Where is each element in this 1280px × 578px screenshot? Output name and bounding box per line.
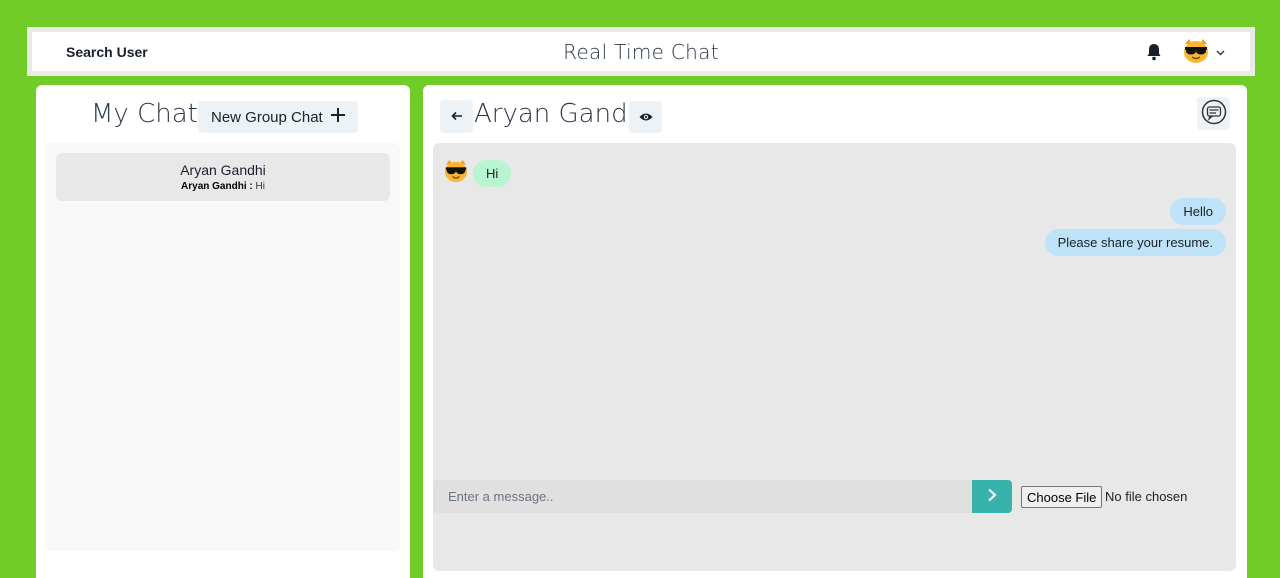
back-button[interactable] [440, 100, 473, 133]
arrow-left-icon [450, 109, 463, 124]
chat-item-preview-text: Hi [255, 181, 265, 192]
user-avatar-menu[interactable] [1182, 38, 1225, 69]
my-chats-title: My Chats [91, 99, 212, 129]
chevron-down-icon [1216, 48, 1225, 59]
sender-avatar [443, 159, 469, 188]
eye-icon [639, 110, 653, 125]
avatar [1182, 38, 1210, 69]
chat-list: Aryan Gandhi Aryan Gandhi : Hi [46, 143, 400, 551]
plus-icon [330, 108, 345, 126]
view-profile-button[interactable] [629, 101, 662, 133]
app-title: Real Time Chat [563, 40, 719, 64]
file-status-text: No file chosen [1105, 489, 1188, 504]
message-bubble-outgoing: Hello [1170, 198, 1226, 225]
message-composer: Choose File No file chosen [423, 480, 1226, 513]
chat-info-button[interactable] [1197, 97, 1230, 130]
chat-list-item[interactable]: Aryan Gandhi Aryan Gandhi : Hi [56, 153, 390, 201]
chat-bubble-icon [1201, 99, 1227, 128]
send-button[interactable] [972, 480, 1012, 513]
chat-item-preview: Aryan Gandhi : Hi [56, 181, 390, 192]
new-group-chat-button[interactable]: New Group Chat [198, 101, 358, 133]
bell-icon[interactable] [1144, 42, 1164, 62]
chat-item-name: Aryan Gandhi [180, 162, 266, 178]
chat-panel: Aryan Gandhi Hi Hello Please share your … [423, 85, 1247, 578]
message-input[interactable] [433, 480, 973, 513]
incoming-message-row: Hi [443, 159, 512, 188]
chat-item-preview-sender: Aryan Gandhi : [181, 181, 253, 192]
new-group-chat-label: New Group Chat [211, 108, 323, 126]
choose-file-button[interactable]: Choose File [1021, 486, 1103, 508]
message-bubble-incoming: Hi [473, 160, 512, 187]
top-navbar: Search User Real Time Chat [27, 27, 1255, 76]
chevron-right-icon [987, 488, 997, 505]
message-bubble-outgoing: Please share your resume. [1044, 229, 1226, 256]
chat-title: Aryan Gandhi [474, 99, 652, 129]
my-chats-panel: My Chats New Group Chat Aryan Gandhi Ary… [36, 85, 410, 578]
